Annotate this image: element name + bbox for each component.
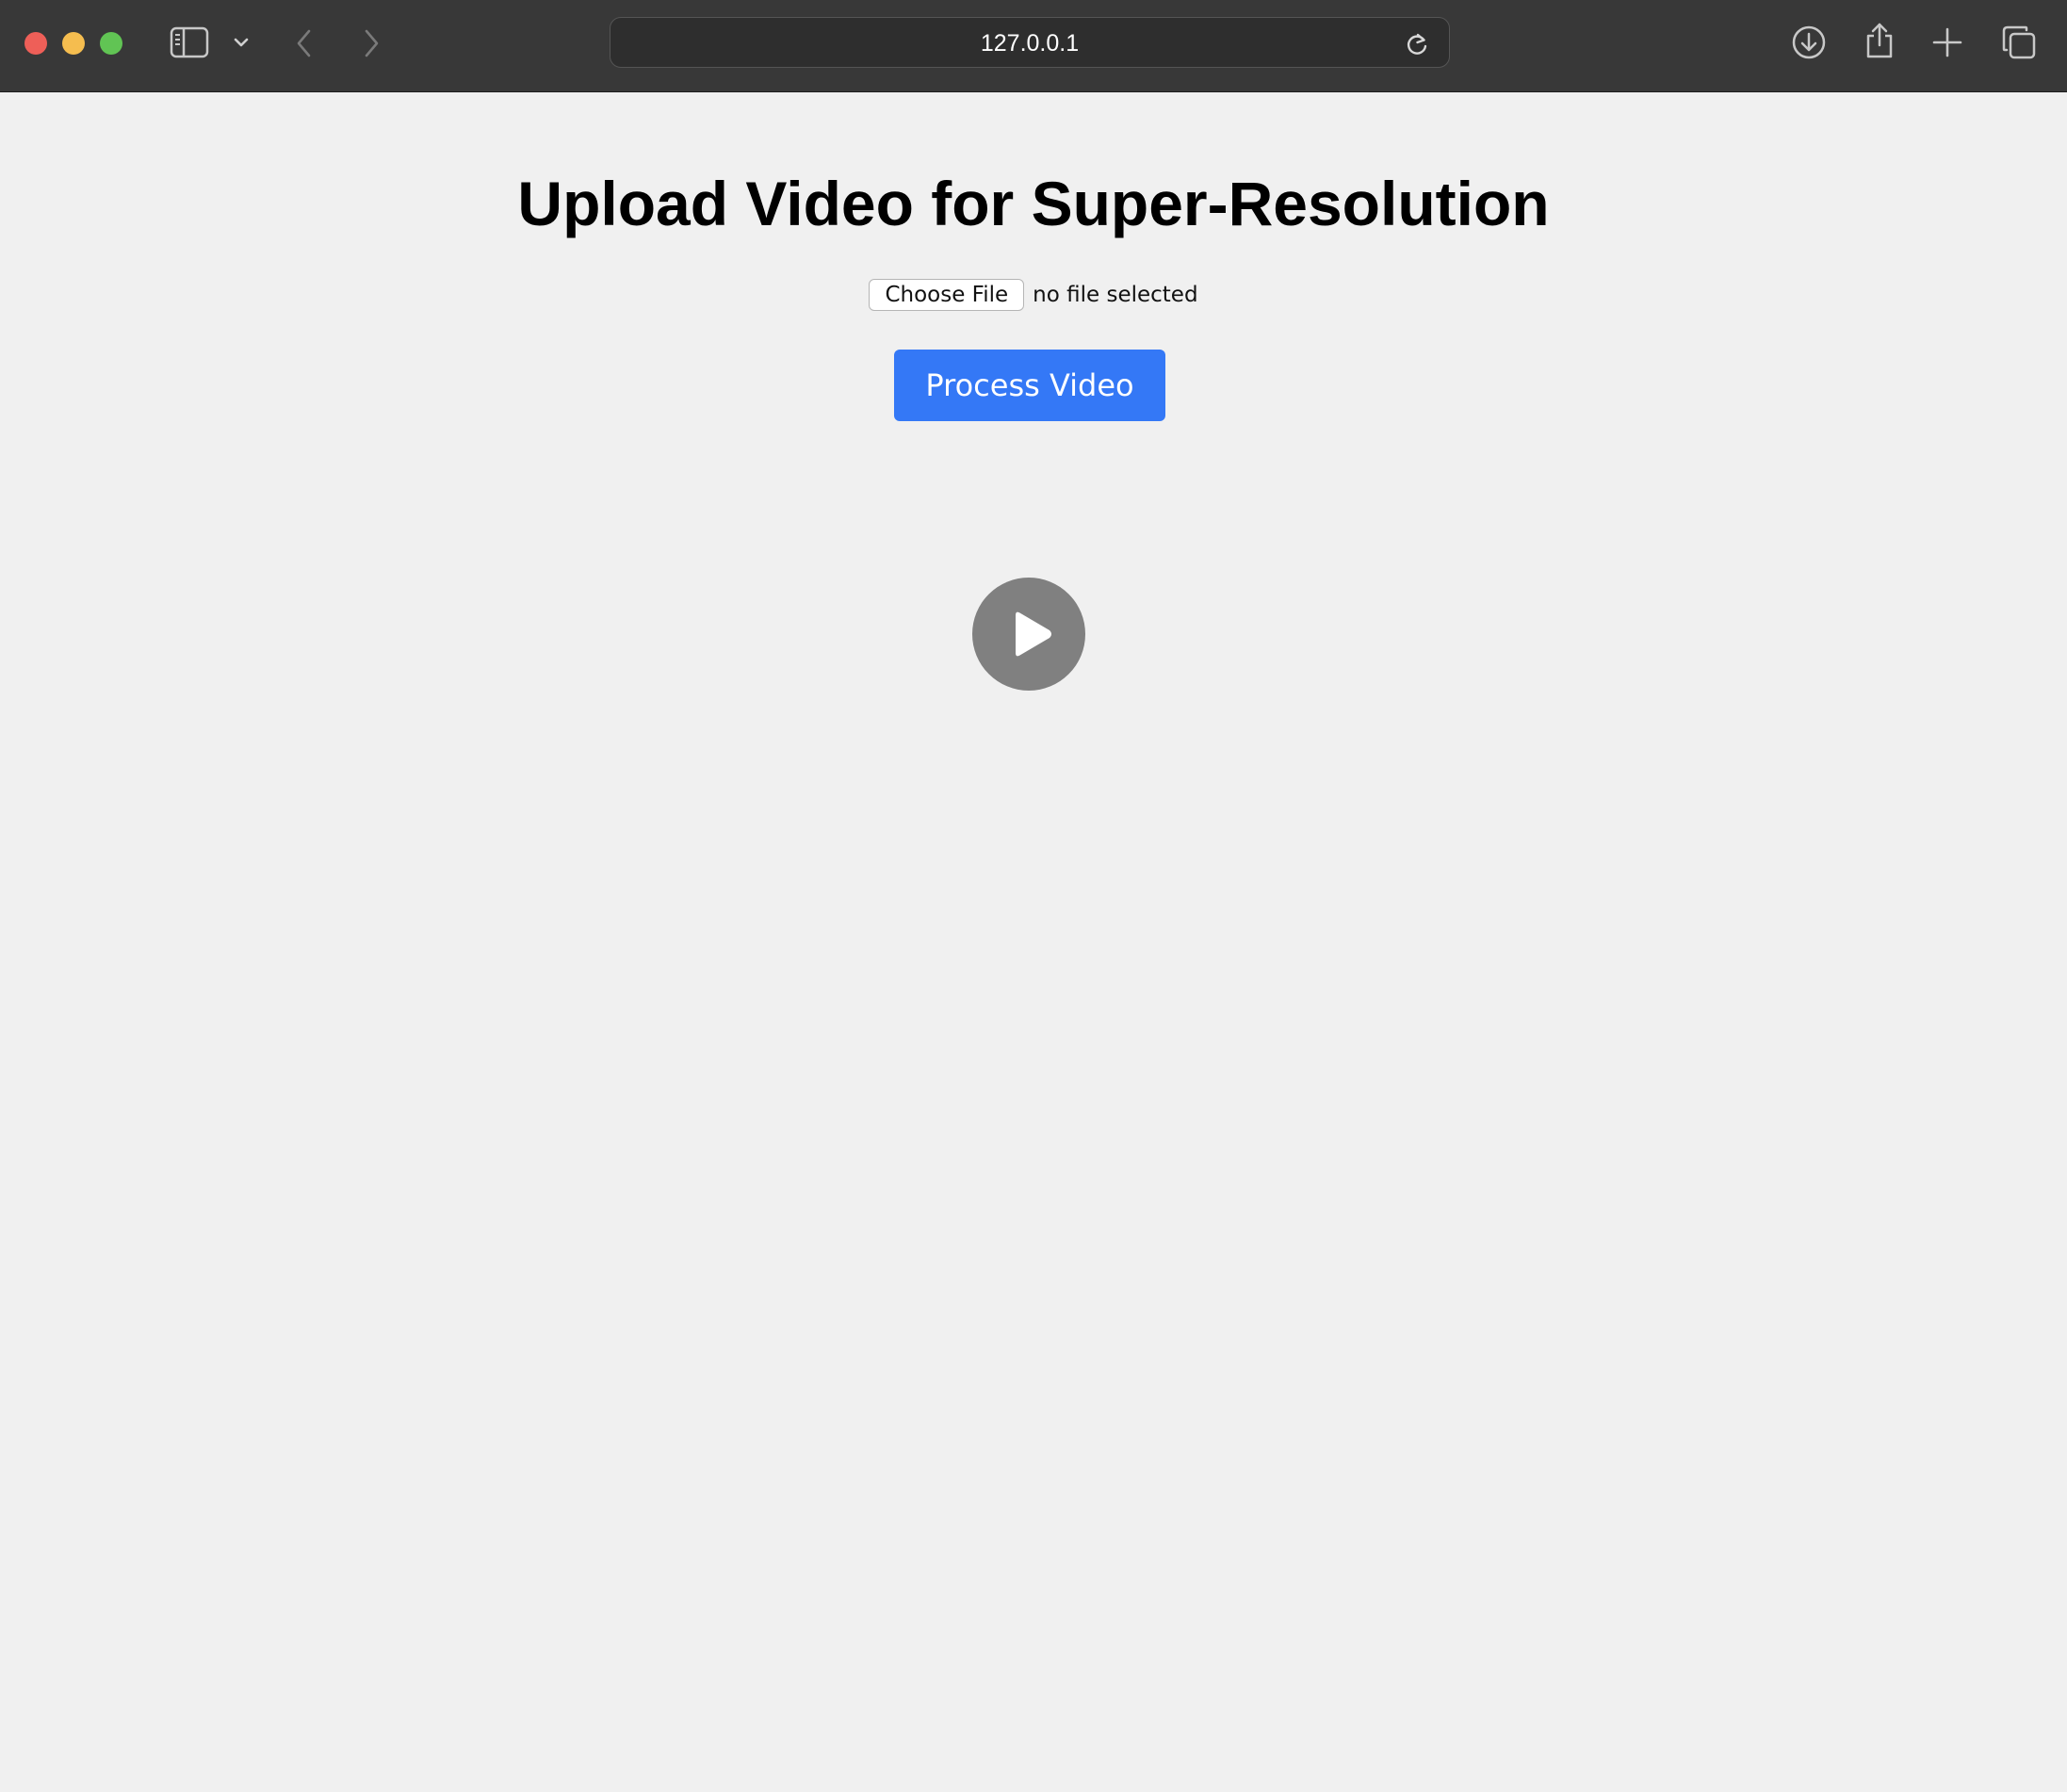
sidebar-icon[interactable] <box>170 26 209 58</box>
minimize-window-button[interactable] <box>62 32 85 55</box>
address-bar[interactable]: 127.0.0.1 <box>610 17 1450 68</box>
url-text: 127.0.0.1 <box>980 30 1080 57</box>
browser-toolbar: 127.0.0.1 <box>0 0 2067 92</box>
close-window-button[interactable] <box>24 32 47 55</box>
tabs-overview-icon[interactable] <box>2001 24 2037 60</box>
play-icon <box>1016 611 1051 657</box>
reload-icon[interactable] <box>1404 31 1430 57</box>
video-play-button[interactable] <box>972 578 1085 691</box>
choose-file-button[interactable]: Choose File <box>869 279 1025 311</box>
file-status-text: no file selected <box>1033 283 1198 307</box>
forward-icon[interactable] <box>361 27 382 59</box>
share-icon[interactable] <box>1864 21 1896 60</box>
maximize-window-button[interactable] <box>100 32 122 55</box>
chevron-down-icon[interactable] <box>233 35 250 50</box>
page-content: Upload Video for Super-Resolution Choose… <box>0 92 2067 1792</box>
file-input: Choose File no file selected <box>0 278 2067 312</box>
new-tab-icon[interactable] <box>1931 26 1963 58</box>
back-icon[interactable] <box>294 27 315 59</box>
page-title: Upload Video for Super-Resolution <box>517 169 1550 238</box>
process-video-button[interactable]: Process Video <box>894 350 1165 421</box>
download-icon[interactable] <box>1791 24 1827 60</box>
